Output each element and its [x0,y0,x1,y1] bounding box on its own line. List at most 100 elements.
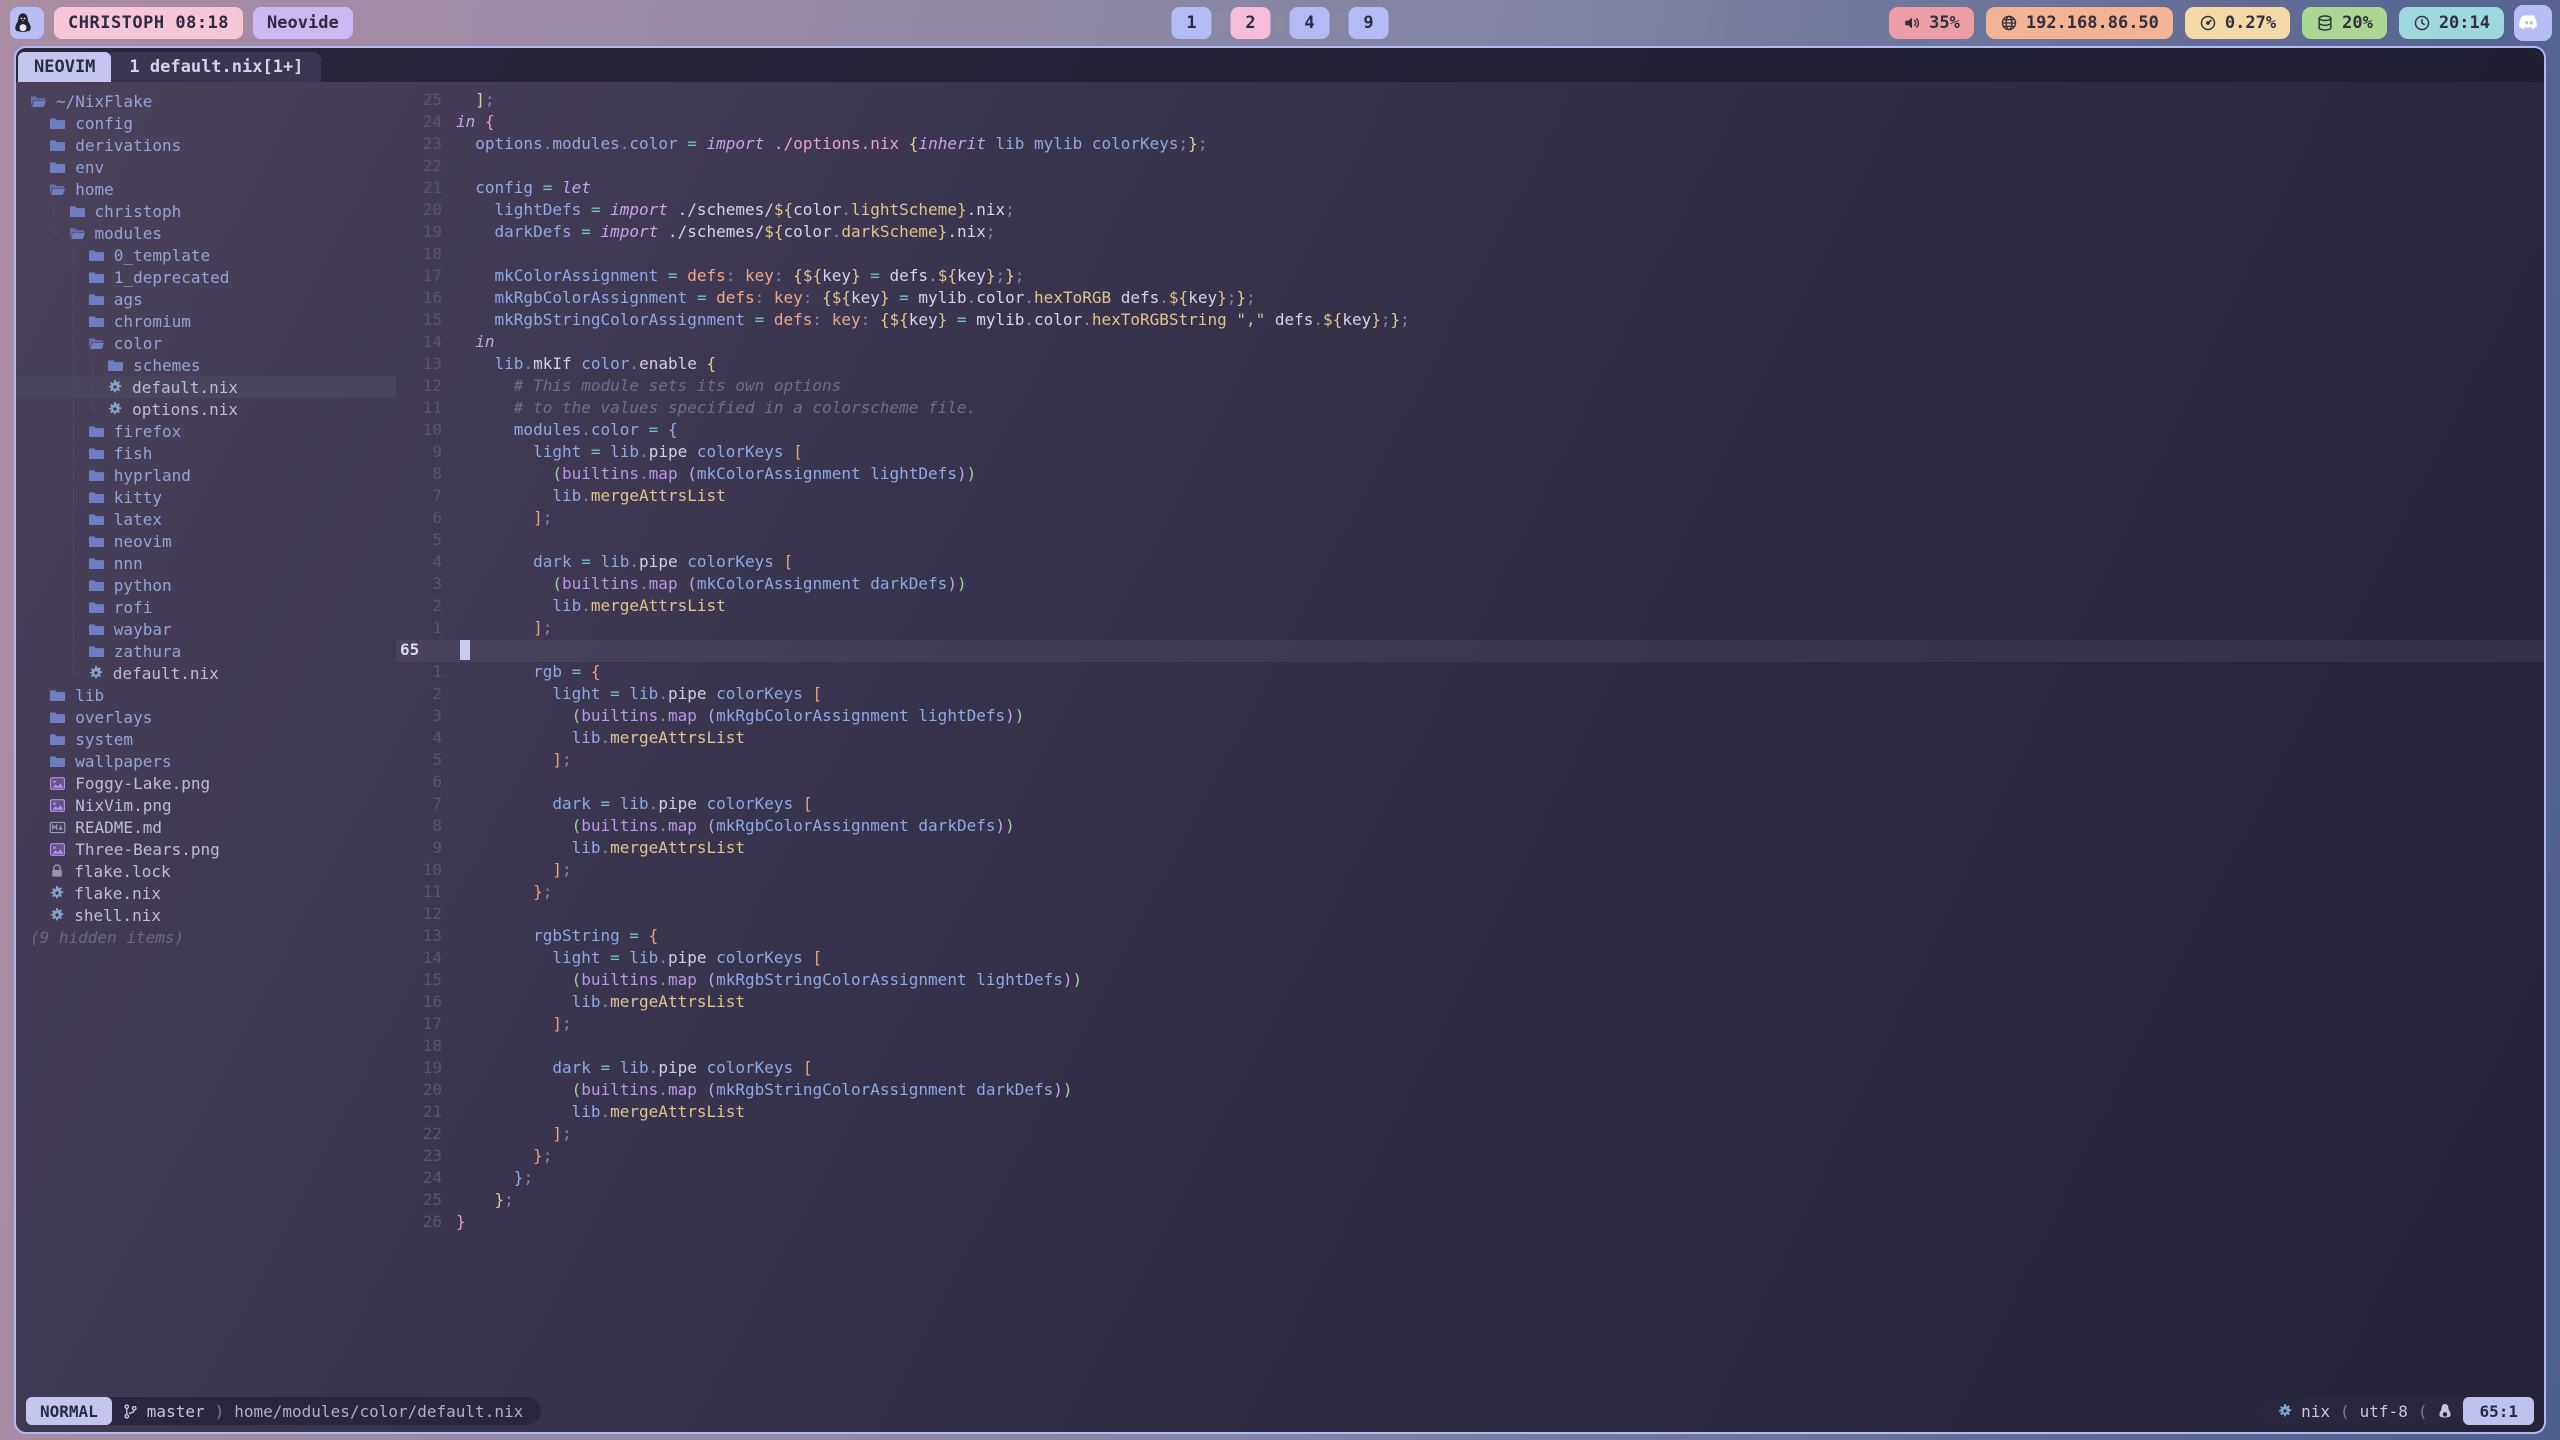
tree-row-NixVim.png[interactable]: NixVim.png [16,794,396,816]
tree-row-waybar[interactable]: │ waybar [16,618,396,640]
code-line[interactable]: 13 rgbString = { [396,926,2544,948]
tree-row-ags[interactable]: │ ags [16,288,396,310]
code-line[interactable]: 22 ]; [396,1124,2544,1146]
code-line[interactable]: 5 [396,530,2544,552]
tree-row-config[interactable]: config [16,112,396,134]
code-buffer[interactable]: 25 ];24in {23 options.modules.color = im… [396,82,2544,1394]
gauge-indicator[interactable]: 0.27% [2185,7,2290,39]
workspace-button-1[interactable]: 1 [1172,7,1212,39]
code-line[interactable]: 4 dark = lib.pipe colorKeys [ [396,552,2544,574]
code-line[interactable]: 17 ]; [396,1014,2544,1036]
code-line[interactable]: 12 [396,904,2544,926]
code-line[interactable]: 3 (builtins.map (mkColorAssignment darkD… [396,574,2544,596]
code-line[interactable]: 18 [396,1036,2544,1058]
tree-row-Foggy-Lake.png[interactable]: Foggy-Lake.png [16,772,396,794]
code-line[interactable]: 12 # This module sets its own options [396,376,2544,398]
code-line[interactable]: 11 # to the values specified in a colors… [396,398,2544,420]
tree-row-chromium[interactable]: │ chromium [16,310,396,332]
code-line[interactable]: 7 lib.mergeAttrsList [396,486,2544,508]
code-line-current[interactable]: 65 [396,640,2544,662]
code-line[interactable]: 4 lib.mergeAttrsList [396,728,2544,750]
code-line[interactable]: 14 in [396,332,2544,354]
code-line[interactable]: 15 mkRgbStringColorAssignment = defs: ke… [396,310,2544,332]
tree-row-fish[interactable]: │ fish [16,442,396,464]
tree-row-flake.lock[interactable]: flake.lock [16,860,396,882]
code-line[interactable]: 24 }; [396,1168,2544,1190]
code-line[interactable]: 2 lib.mergeAttrsList [396,596,2544,618]
code-line[interactable]: 25 ]; [396,90,2544,112]
tree-row-zathura[interactable]: │ zathura [16,640,396,662]
tree-row-overlays[interactable]: overlays [16,706,396,728]
code-line[interactable]: 21 lib.mergeAttrsList [396,1102,2544,1124]
code-line[interactable]: 7 dark = lib.pipe colorKeys [ [396,794,2544,816]
code-line[interactable]: 18 [396,244,2544,266]
code-line[interactable]: 20 (builtins.map (mkRgbStringColorAssign… [396,1080,2544,1102]
tree-row-shell.nix[interactable]: shell.nix [16,904,396,926]
tree-row-default.nix[interactable]: └ default.nix [16,662,396,684]
tree-row-default.nix[interactable]: │ │ default.nix [16,376,396,398]
workspace-button-2[interactable]: 2 [1231,7,1271,39]
tree-row-env[interactable]: env [16,156,396,178]
tree-row-modules[interactable]: └ modules [16,222,396,244]
globe-indicator[interactable]: 192.168.86.50 [1986,7,2173,39]
code-line[interactable]: 6 [396,772,2544,794]
discord-tray-button[interactable] [2514,5,2552,41]
tree-row-README.md[interactable]: README.md [16,816,396,838]
tree-row-NixFlake[interactable]: ~/NixFlake [16,90,396,112]
code-line[interactable]: 26} [396,1212,2544,1234]
tree-row-options.nix[interactable]: │ └ options.nix [16,398,396,420]
code-line[interactable]: 9 lib.mergeAttrsList [396,838,2544,860]
code-line[interactable]: 16 mkRgbColorAssignment = defs: key: {${… [396,288,2544,310]
code-line[interactable]: 9 light = lib.pipe colorKeys [ [396,442,2544,464]
tree-row-system[interactable]: system [16,728,396,750]
code-line[interactable]: 3 (builtins.map (mkRgbColorAssignment li… [396,706,2544,728]
tree-row-1_deprecated[interactable]: │ 1_deprecated [16,266,396,288]
tree-row-kitty[interactable]: │ kitty [16,486,396,508]
code-line[interactable]: 1 rgb = { [396,662,2544,684]
tree-row-flake.nix[interactable]: flake.nix [16,882,396,904]
code-line[interactable]: 23 options.modules.color = import ./opti… [396,134,2544,156]
tree-row-nnn[interactable]: │ nnn [16,552,396,574]
code-line[interactable]: 19 darkDefs = import ./schemes/${color.d… [396,222,2544,244]
code-line[interactable]: 19 dark = lib.pipe colorKeys [ [396,1058,2544,1080]
database-indicator[interactable]: 20% [2302,7,2387,39]
code-line[interactable]: 8 (builtins.map (mkColorAssignment light… [396,464,2544,486]
code-line[interactable]: 23 }; [396,1146,2544,1168]
tree-row-neovim[interactable]: │ neovim [16,530,396,552]
code-line[interactable]: 5 ]; [396,750,2544,772]
code-line[interactable]: 17 mkColorAssignment = defs: key: {${key… [396,266,2544,288]
code-line[interactable]: 8 (builtins.map (mkRgbColorAssignment da… [396,816,2544,838]
code-line[interactable]: 24in { [396,112,2544,134]
tree-row-rofi[interactable]: │ rofi [16,596,396,618]
code-line[interactable]: 1 ]; [396,618,2544,640]
volume-indicator[interactable]: 35% [1889,7,1974,39]
tree-row-derivations[interactable]: derivations [16,134,396,156]
code-line[interactable]: 16 lib.mergeAttrsList [396,992,2544,1014]
tree-row-Three-Bears.png[interactable]: Three-Bears.png [16,838,396,860]
code-line[interactable]: 22 [396,156,2544,178]
tree-row-hyprland[interactable]: │ hyprland [16,464,396,486]
code-line[interactable]: 10 modules.color = { [396,420,2544,442]
tree-row-lib[interactable]: lib [16,684,396,706]
tree-row-schemes[interactable]: │ │ schemes [16,354,396,376]
tab-default-nix[interactable]: 1 default.nix[1+] [111,52,321,82]
code-line[interactable]: 25 }; [396,1190,2544,1212]
code-line[interactable]: 21 config = let [396,178,2544,200]
clock-indicator[interactable]: 20:14 [2399,7,2504,39]
code-line[interactable]: 11 }; [396,882,2544,904]
tree-row-python[interactable]: │ python [16,574,396,596]
code-line[interactable]: 20 lightDefs = import ./schemes/${color.… [396,200,2544,222]
tree-row-wallpapers[interactable]: wallpapers [16,750,396,772]
tree-row-latex[interactable]: │ latex [16,508,396,530]
code-line[interactable]: 2 light = lib.pipe colorKeys [ [396,684,2544,706]
code-line[interactable]: 14 light = lib.pipe colorKeys [ [396,948,2544,970]
tree-row-home[interactable]: home [16,178,396,200]
workspace-button-9[interactable]: 9 [1349,7,1389,39]
linux-logo-icon[interactable] [10,7,44,39]
code-line[interactable]: 10 ]; [396,860,2544,882]
tree-row-firefox[interactable]: │ firefox [16,420,396,442]
tree-row-christoph[interactable]: │ christoph [16,200,396,222]
code-line[interactable]: 6 ]; [396,508,2544,530]
code-line[interactable]: 13 lib.mkIf color.enable { [396,354,2544,376]
tree-row-0_template[interactable]: │ 0_template [16,244,396,266]
